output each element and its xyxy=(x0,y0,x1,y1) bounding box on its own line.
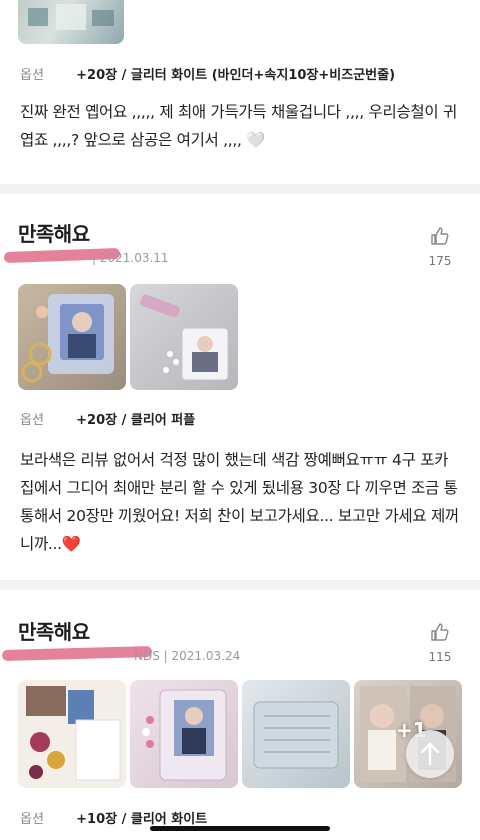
option-label: 옵션 xyxy=(20,812,44,827)
review-photo[interactable] xyxy=(18,680,126,788)
binder-photo-art xyxy=(21,294,114,383)
review-1: 옵션 +20장 / 글리터 화이트 (바인더+속지10장+비즈군번줄) 진짜 완… xyxy=(0,0,480,186)
binder-photo-art xyxy=(142,689,227,781)
review-title: 만족해요 xyxy=(18,222,90,246)
section-divider xyxy=(0,184,480,194)
review-2: 만족해요 | 2021.03.11 175 옵션 +20장 / 클리어 퍼플 보… xyxy=(0,194,480,580)
review-photo[interactable] xyxy=(130,680,238,788)
review-1-photo-art xyxy=(28,4,114,30)
home-indicator xyxy=(150,826,330,831)
option-value: +20장 / 클리어 퍼플 xyxy=(76,413,196,428)
package-photo-art xyxy=(26,686,121,781)
option-label: 옵션 xyxy=(20,413,44,428)
scroll-to-top-button[interactable] xyxy=(406,730,454,778)
like-count: 115 xyxy=(428,650,452,664)
review-photo[interactable] xyxy=(130,284,238,390)
like-button[interactable]: 115 xyxy=(420,622,460,664)
review-photo[interactable] xyxy=(18,284,126,390)
option-value: +20장 / 글리터 화이트 (바인더+속지10장+비즈군번줄) xyxy=(76,68,396,83)
section-divider xyxy=(0,580,480,590)
option-label: 옵션 xyxy=(20,68,44,83)
review-1-photo[interactable] xyxy=(18,0,124,44)
review-2-option: 옵션 +20장 / 클리어 퍼플 xyxy=(20,409,195,428)
review-date: NDS | 2021.03.24 xyxy=(134,649,241,663)
redaction-scribble xyxy=(1,646,153,661)
review-photo[interactable] xyxy=(242,680,350,788)
review-1-text: 진짜 완전 옙어요 ,,,,, 제 최애 가득가득 채울겁니다 ,,,, 우리승… xyxy=(20,103,457,149)
arrow-up-icon xyxy=(420,742,440,766)
review-2-text: 보라색은 리뷰 없어서 걱정 많이 했는데 색감 짱예뻐요ㅠㅠ 4구 포카집에서… xyxy=(20,451,459,553)
like-count: 175 xyxy=(428,254,452,268)
thumbs-up-icon xyxy=(431,227,449,245)
review-title: 만족해요 xyxy=(18,620,90,644)
review-3-option: 옵션 +10장 / 클리어 화이트 xyxy=(20,808,207,827)
sleeves-photo-art xyxy=(253,701,339,769)
review-3: 만족해요 NDS | 2021.03.24 115 +1 옵션 +10장 / 클… xyxy=(0,590,480,840)
option-value: +10장 / 클리어 화이트 xyxy=(76,812,208,827)
like-button[interactable]: 175 xyxy=(420,226,460,268)
review-1-option: 옵션 +20장 / 글리터 화이트 (바인더+속지10장+비즈군번줄) xyxy=(20,64,395,83)
thumbs-up-icon xyxy=(431,623,449,641)
review-date: | 2021.03.11 xyxy=(92,251,169,265)
card-holder-photo-art xyxy=(140,294,229,381)
